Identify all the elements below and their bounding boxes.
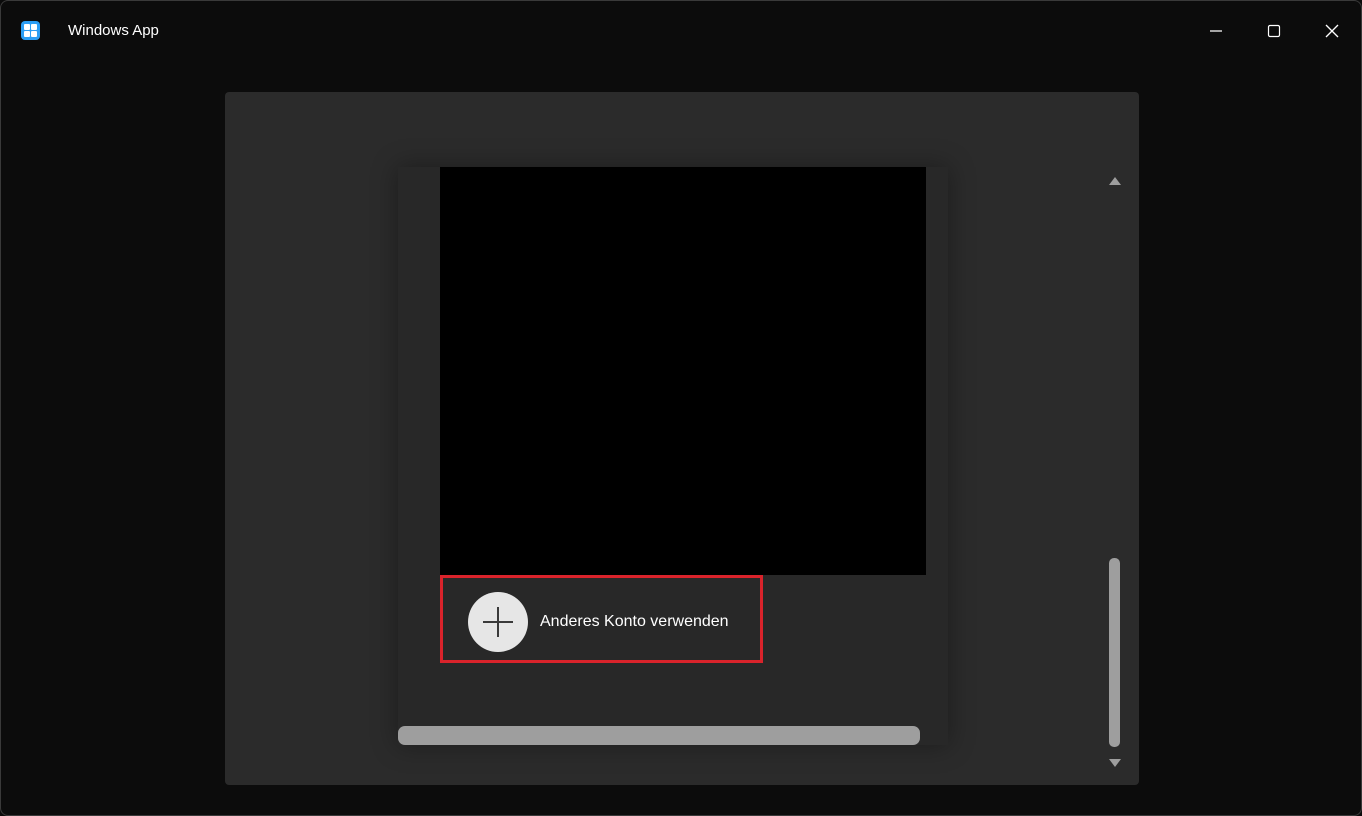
title-bar[interactable]: Windows App: [1, 1, 1361, 61]
scroll-down-arrow-icon[interactable]: [1108, 755, 1122, 767]
vertical-scrollbar-thumb[interactable]: [1109, 558, 1120, 747]
maximize-icon: [1267, 24, 1281, 38]
plus-icon: [468, 592, 528, 652]
window-title: Windows App: [68, 22, 159, 39]
close-button[interactable]: [1303, 1, 1361, 61]
use-another-account-button[interactable]: Anderes Konto verwenden: [440, 575, 763, 663]
scroll-up-arrow-icon[interactable]: [1108, 173, 1122, 185]
close-icon: [1325, 24, 1339, 38]
maximize-button[interactable]: [1245, 1, 1303, 61]
horizontal-scrollbar-thumb[interactable]: [398, 726, 920, 745]
minimize-icon: [1210, 30, 1222, 32]
sign-in-dialog: Anderes Konto verwenden: [225, 92, 1139, 785]
web-content-area: [440, 167, 926, 575]
windows-app-icon: [21, 21, 40, 40]
app-window: Windows App Anderes Konto verwenden: [0, 0, 1362, 816]
minimize-button[interactable]: [1187, 1, 1245, 61]
account-picker-frame: Anderes Konto verwenden: [398, 167, 948, 745]
use-another-account-label: Anderes Konto verwenden: [540, 613, 729, 630]
